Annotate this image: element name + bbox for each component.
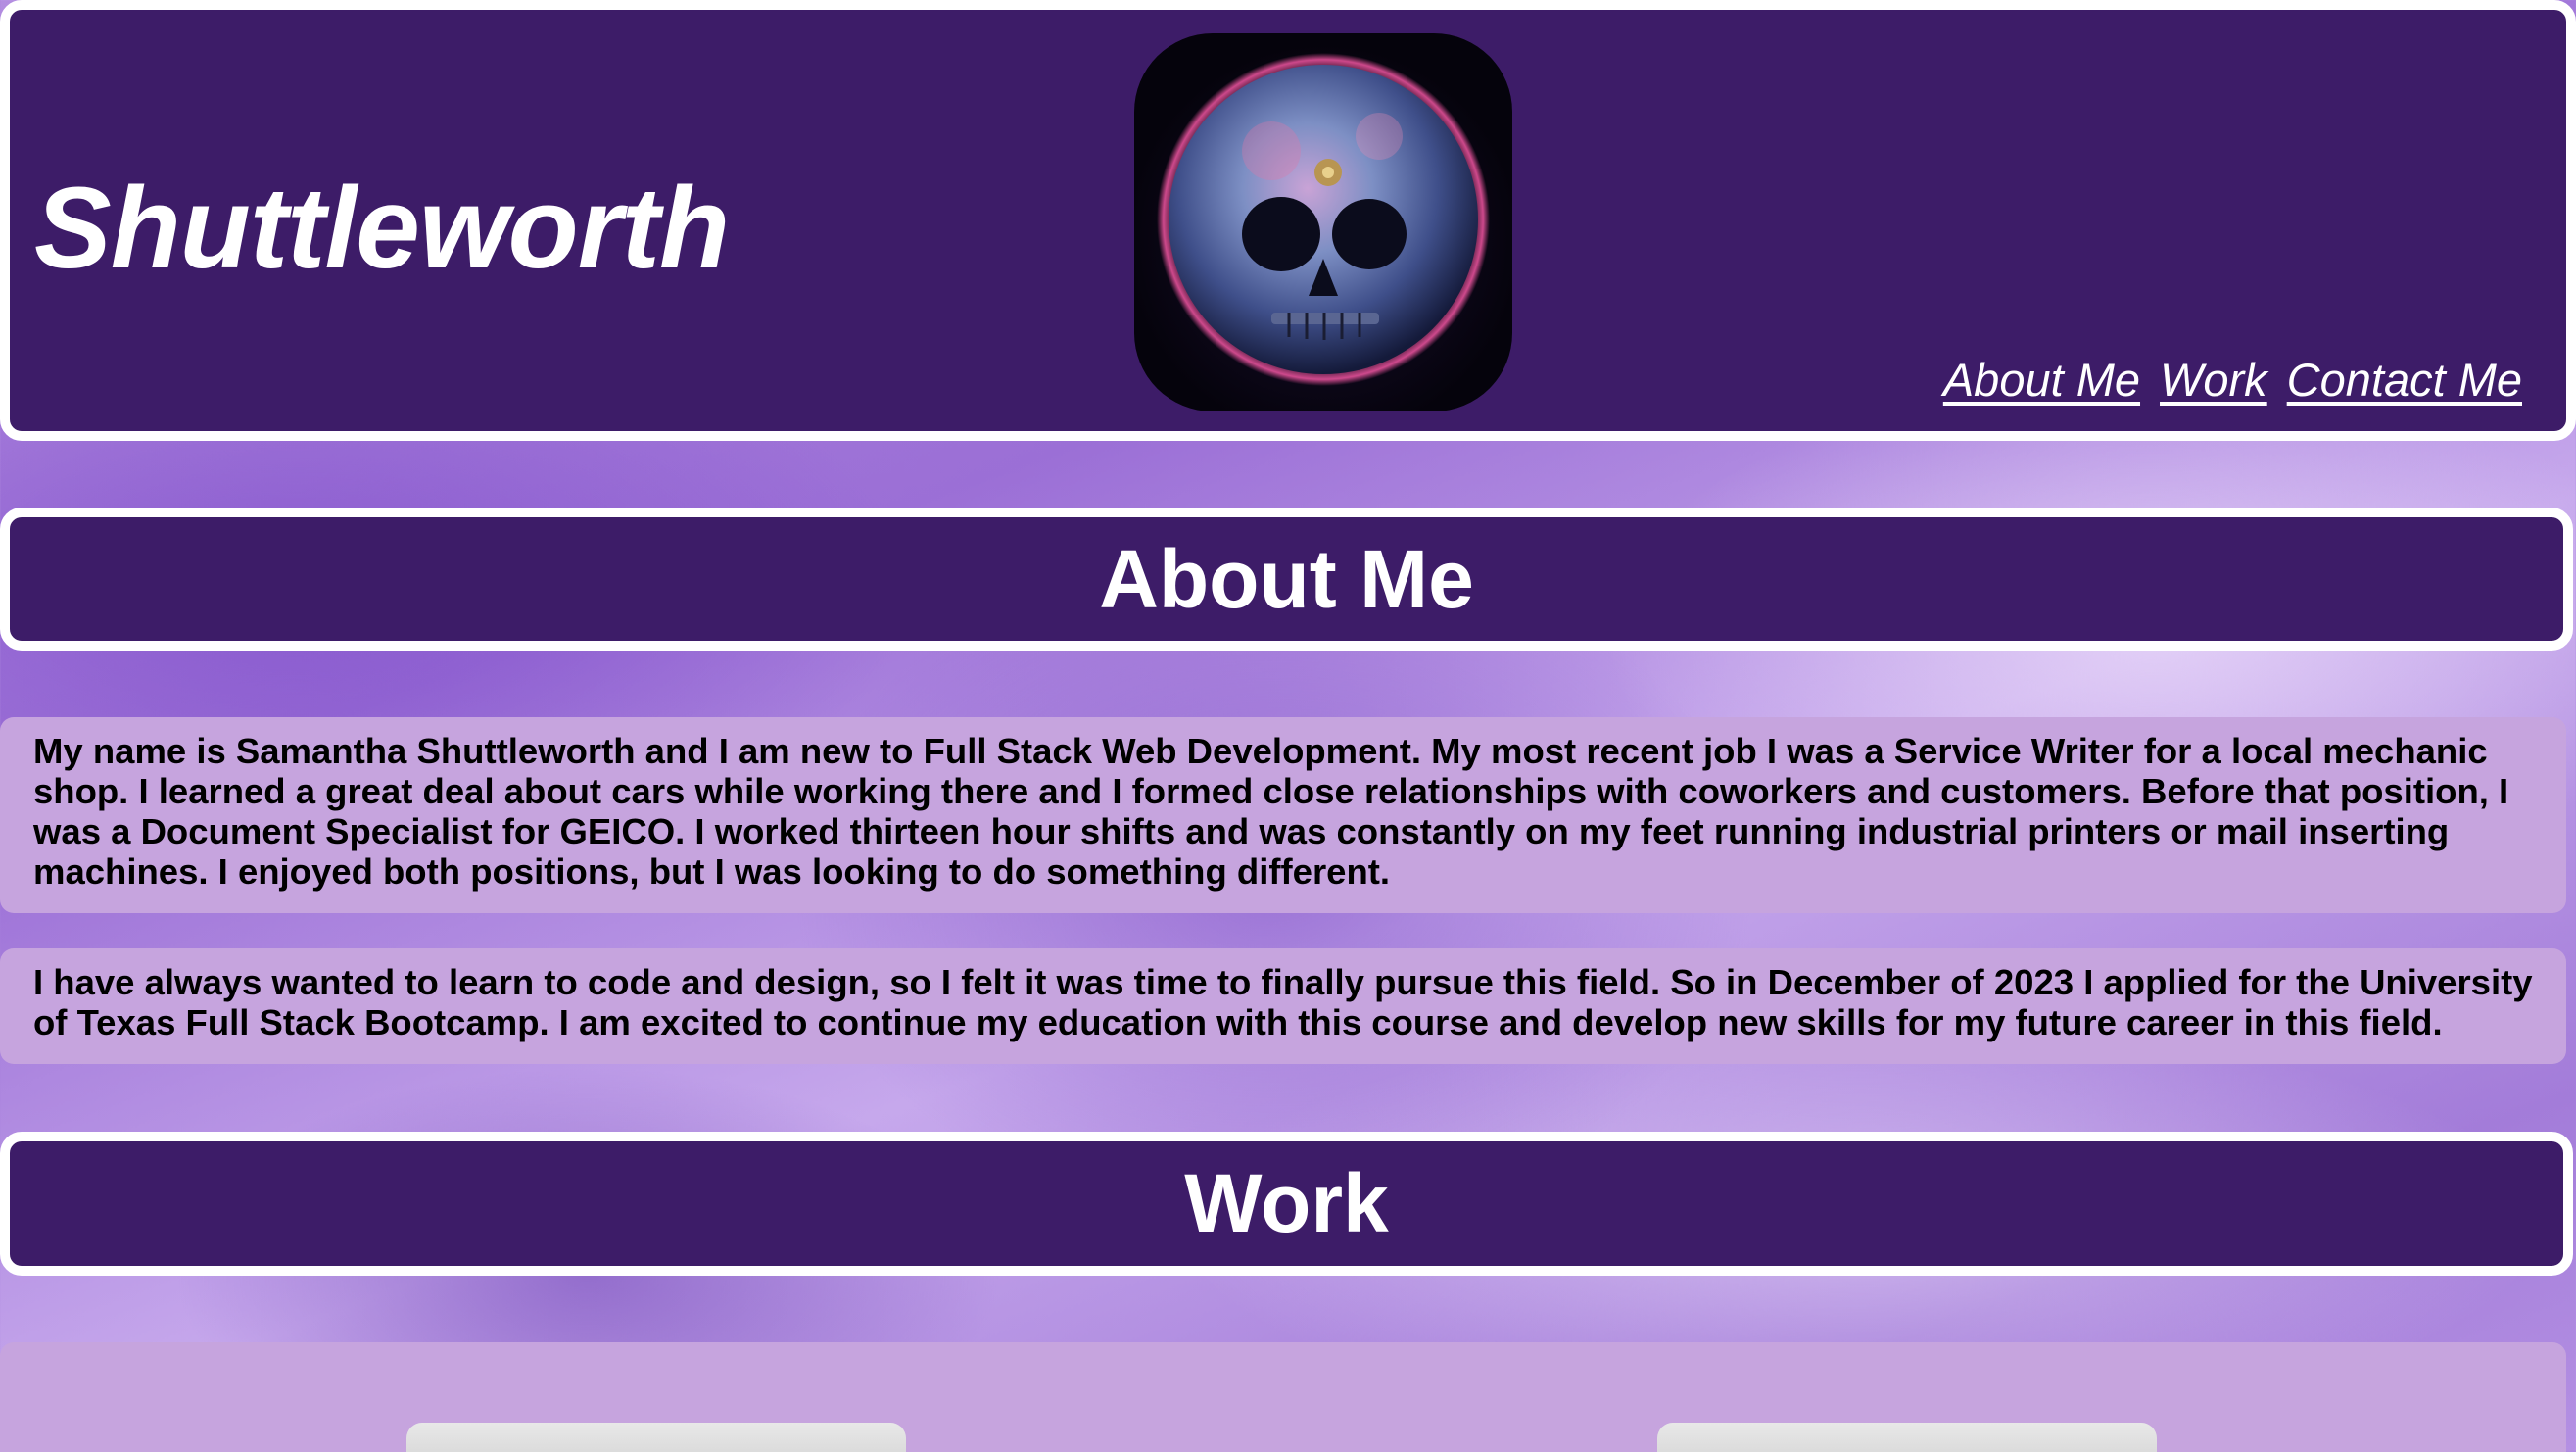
about-paragraph: I have always wanted to learn to code an… (0, 948, 2566, 1064)
nav-contact-me-link[interactable]: Contact Me (2287, 353, 2522, 407)
skull-planet-icon (1134, 33, 1512, 411)
nav-about-me-link[interactable]: About Me (1943, 353, 2140, 407)
work-gallery (0, 1342, 2566, 1452)
about-paragraph: My name is Samantha Shuttleworth and I a… (0, 717, 2566, 913)
work-project-thumbnail[interactable] (406, 1423, 906, 1452)
site-header: Shuttleworth About Me Work Contact Me (0, 0, 2576, 441)
about-me-heading: About Me (0, 508, 2573, 651)
nav-work-link[interactable]: Work (2160, 353, 2267, 407)
work-project-thumbnail[interactable] (1657, 1423, 2157, 1452)
main-nav: About Me Work Contact Me (1943, 353, 2522, 407)
site-title: Shuttleworth (34, 164, 730, 293)
work-heading: Work (0, 1132, 2573, 1276)
